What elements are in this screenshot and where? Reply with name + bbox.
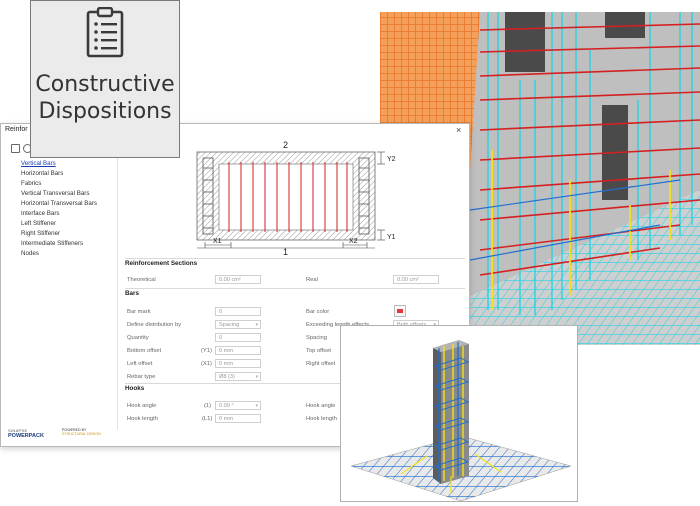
- sidebar-item-fabrics[interactable]: Fabrics: [21, 180, 41, 187]
- sidebar: Vertical Bars Horizontal Bars Fabrics Ve…: [1, 150, 118, 430]
- bar-mark-label: Bar mark: [127, 309, 151, 315]
- sidebar-item-right-stiffener[interactable]: Right Stiffener: [21, 230, 60, 237]
- theoretical-field: 0.00 cm²: [215, 275, 261, 284]
- logo2-line2: STRUCTURAL DESIGN: [62, 432, 101, 436]
- card-title: Constructive Dispositions: [31, 71, 179, 125]
- dimension-y1: Y1: [387, 234, 396, 241]
- left-offset-input[interactable]: 0 mm: [215, 359, 261, 368]
- real-field: 0.00 cm²: [393, 275, 439, 284]
- distribution-select[interactable]: Spacing ▾: [215, 320, 261, 329]
- chevron-down-icon: ▾: [255, 403, 258, 409]
- hook-angle-label: Hook angle: [127, 403, 157, 409]
- quantity-label: Quantity: [127, 335, 149, 341]
- left-offset-label: Left offset: [127, 361, 153, 367]
- hook-length-label: Hook length: [127, 416, 158, 422]
- rebar-type-label: Rebar type: [127, 374, 156, 380]
- bars-heading: Bars: [125, 290, 140, 297]
- hook-angle-code: (1): [204, 403, 212, 409]
- hooks-heading: Hooks: [125, 385, 145, 392]
- dialog-title: Reinfor: [5, 126, 28, 133]
- theoretical-label: Theoretical: [127, 277, 156, 283]
- drawing-label-1: 1: [283, 247, 288, 256]
- distribution-value: Spacing: [219, 322, 240, 328]
- distribution-label: Define distribution by: [127, 322, 182, 328]
- dimension-x1: X1: [213, 238, 222, 245]
- sidebar-item-nodes[interactable]: Nodes: [21, 250, 39, 257]
- divider: [125, 288, 465, 289]
- card-title-line2: Dispositions: [38, 99, 172, 124]
- quantity-input[interactable]: 0: [215, 333, 261, 342]
- divider: [125, 258, 465, 259]
- sidebar-item-interface-bars[interactable]: Interface Bars: [21, 210, 60, 217]
- bar-color-picker[interactable]: [394, 305, 406, 317]
- bar-mark-input[interactable]: 0: [215, 307, 261, 316]
- spacing-label: Spacing: [306, 335, 327, 341]
- sidebar-item-intermediate-stiffeners[interactable]: Intermediate Stiffeners: [21, 240, 83, 247]
- sidebar-item-vertical-bars[interactable]: Vertical Bars: [21, 160, 56, 167]
- reinforcement-sections-heading: Reinforcement Sections: [125, 260, 198, 267]
- chevron-down-icon: ▾: [255, 374, 258, 380]
- drawing-label-2: 2: [283, 140, 288, 150]
- constructive-dispositions-card[interactable]: Constructive Dispositions: [30, 0, 180, 158]
- logo1-line2: POWERPACK: [8, 433, 44, 439]
- hook-angle-right-label: Hook angle: [306, 403, 336, 409]
- column-reinforcement-render: [340, 325, 578, 502]
- hook-length-right-label: Hook length: [306, 416, 337, 422]
- hook-angle-select[interactable]: 0.00 ° ▾: [215, 401, 261, 410]
- hook-length-input[interactable]: 0 mm: [215, 414, 261, 423]
- close-button[interactable]: ×: [456, 125, 461, 135]
- structural-design-logo: POWERED BY STRUCTURAL DESIGN: [62, 428, 110, 436]
- bottom-offset-code: (Y1): [201, 348, 212, 354]
- clipboard-icon: [85, 6, 125, 64]
- sidebar-item-left-stiffener[interactable]: Left Stiffener: [21, 220, 56, 227]
- sidebar-item-horizontal-bars[interactable]: Horizontal Bars: [21, 170, 63, 177]
- bottom-offset-label: Bottom offset: [127, 348, 162, 354]
- rebar-type-value: Ø8 (3): [219, 374, 235, 380]
- top-offset-label: Top offset: [306, 348, 332, 354]
- dimension-y2: Y2: [387, 156, 396, 163]
- chevron-down-icon: ▾: [255, 322, 258, 328]
- color-swatch-icon: [397, 309, 403, 313]
- powerpack-logo: SINAPSE POWERPACK: [8, 428, 56, 439]
- hook-length-code: (L1): [202, 416, 213, 422]
- real-label: Real: [306, 277, 318, 283]
- dimension-x2: X2: [349, 238, 358, 245]
- reinforcement-section-drawing: 2 1 Y2 Y1 X1 X2: [191, 138, 411, 257]
- left-offset-code: (X1): [201, 361, 212, 367]
- bar-color-label: Bar color: [306, 309, 330, 315]
- rebar-type-select[interactable]: Ø8 (3) ▾: [215, 372, 261, 381]
- right-offset-label: Right offset: [306, 361, 336, 367]
- hook-angle-value: 0.00 °: [219, 403, 234, 409]
- sidebar-item-vertical-transversal-bars[interactable]: Vertical Transversal Bars: [21, 190, 89, 197]
- bottom-offset-input[interactable]: 0 mm: [215, 346, 261, 355]
- card-title-line1: Constructive: [35, 72, 175, 97]
- sidebar-item-horizontal-transversal-bars[interactable]: Horizontal Transversal Bars: [21, 200, 97, 207]
